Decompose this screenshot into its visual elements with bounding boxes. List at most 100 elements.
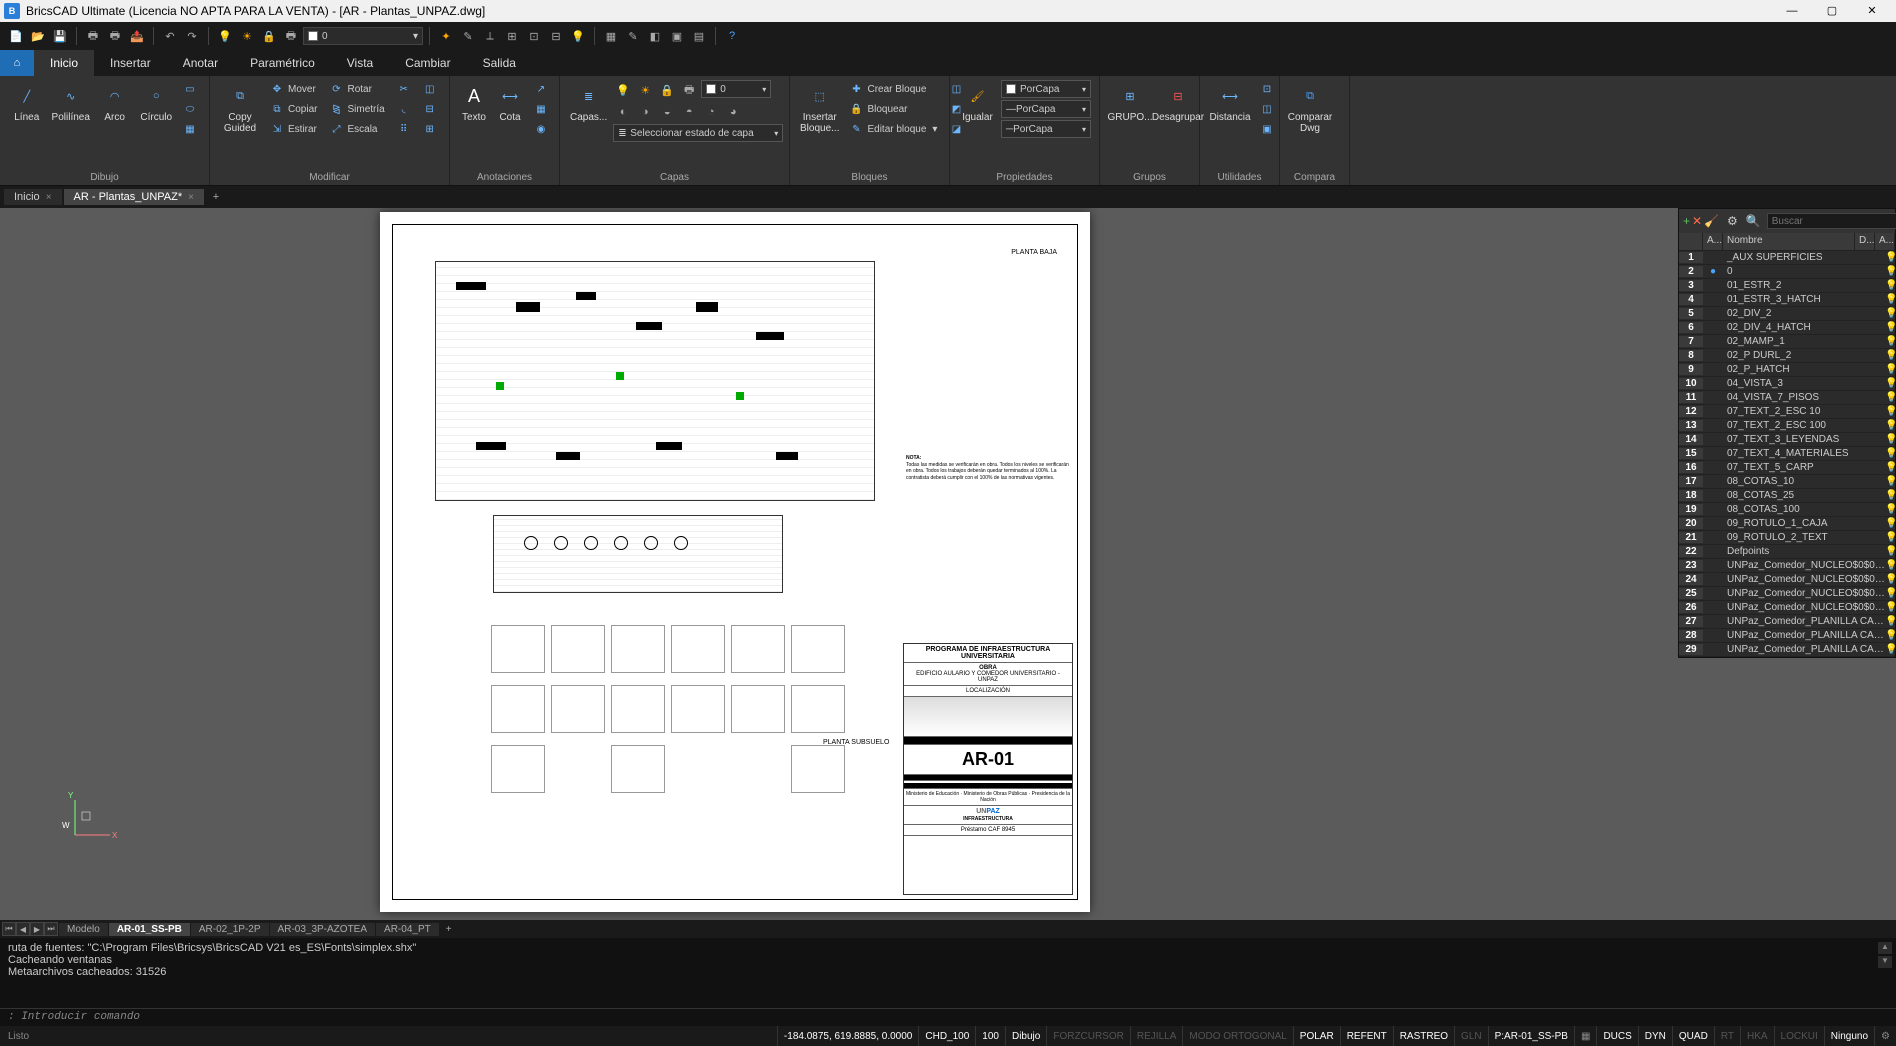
bulb-icon[interactable]: 💡 <box>1885 294 1895 305</box>
print-layer-icon[interactable]: 🖶 <box>281 26 301 46</box>
status-rastreo[interactable]: RASTREO <box>1393 1026 1454 1046</box>
distancia-button[interactable]: ⟷Distancia <box>1208 80 1252 125</box>
layers-list[interactable]: 1_AUX SUPERFICIES💡2●0💡301_ESTR_2💡401_EST… <box>1679 251 1895 657</box>
bulb-icon[interactable]: 💡 <box>1885 504 1895 515</box>
grupo-button[interactable]: ⊞GRUPO... <box>1108 80 1152 125</box>
insertar-bloque-button[interactable]: ⬚Insertar Bloque... <box>798 80 841 136</box>
layer-row[interactable]: 2009_ROTULO_1_CAJA💡 <box>1679 517 1895 531</box>
bulb-icon[interactable]: 💡 <box>1885 266 1895 277</box>
layer-row[interactable]: 23UNPaz_Comedor_NUCLEO$0$02_P💡 <box>1679 559 1895 573</box>
sun-icon[interactable]: ☀ <box>237 26 257 46</box>
status-ninguno[interactable]: Ninguno <box>1824 1026 1874 1046</box>
mod-b-button[interactable]: ⊟ <box>419 100 441 118</box>
lineweight-combo[interactable]: — PorCapa▾ <box>1001 100 1091 118</box>
bulb-icon[interactable]: 💡 <box>1885 574 1895 585</box>
status-quad[interactable]: QUAD <box>1672 1026 1714 1046</box>
layer-tool-5[interactable]: ◐ <box>613 102 633 122</box>
copy-guided-button[interactable]: ⧉Copy Guided <box>218 80 262 136</box>
bulb-icon[interactable]: 💡 <box>1885 378 1895 389</box>
layer-tool-7[interactable]: ◒ <box>657 102 677 122</box>
table-btn[interactable]: ▦ <box>530 100 552 118</box>
bulb-icon[interactable]: 💡 <box>1885 490 1895 501</box>
tool6-icon[interactable]: ⊟ <box>546 26 566 46</box>
menu-tab-paramétrico[interactable]: Paramétrico <box>234 50 331 76</box>
color-combo[interactable]: PorCapa▾ <box>1001 80 1091 98</box>
menu-tab-insertar[interactable]: Insertar <box>94 50 167 76</box>
layer-row[interactable]: 602_DIV_4_HATCH💡 <box>1679 321 1895 335</box>
status-refent[interactable]: REFENT <box>1340 1026 1393 1046</box>
status-dyn[interactable]: DYN <box>1638 1026 1672 1046</box>
igualar-button[interactable]: 🖌Igualar <box>958 80 997 125</box>
layout-tab[interactable]: AR-01_SS-PB <box>109 923 190 936</box>
layout-tab[interactable]: AR-02_1P-2P <box>191 923 269 936</box>
layout-tab[interactable]: AR-04_PT <box>376 923 439 936</box>
status-dibujo[interactable]: Dibujo <box>1005 1026 1046 1046</box>
util-b[interactable]: ◫ <box>1256 100 1278 118</box>
layer-row[interactable]: 301_ESTR_2💡 <box>1679 279 1895 293</box>
rect-button[interactable]: ▭ <box>179 80 201 98</box>
layer-row[interactable]: 1607_TEXT_5_CARP💡 <box>1679 461 1895 475</box>
linetype-combo[interactable]: ─ PorCapa▾ <box>1001 120 1091 138</box>
layout-next-button[interactable]: ▶ <box>30 922 44 936</box>
bulb-icon[interactable]: 💡 <box>1885 392 1895 403</box>
leader-button[interactable]: ↗ <box>530 80 552 98</box>
layer-tool-10[interactable]: ◕ <box>723 102 743 122</box>
redo-icon[interactable]: ↷ <box>182 26 202 46</box>
bulb-icon[interactable]: 💡 <box>1885 588 1895 599</box>
publish-icon[interactable]: 📤 <box>127 26 147 46</box>
array-button[interactable]: ⠿ <box>393 120 415 138</box>
ellipse-button[interactable]: ⬭ <box>179 100 201 118</box>
layer-row[interactable]: 1407_TEXT_3_LEYENDAS💡 <box>1679 433 1895 447</box>
fillet-button[interactable]: ◟ <box>393 100 415 118</box>
layer-tool-1[interactable]: 💡 <box>613 80 633 100</box>
bulb-icon[interactable]: 💡 <box>1885 252 1895 263</box>
bulb-icon[interactable]: 💡 <box>1885 602 1895 613</box>
status-chd[interactable]: CHD_100 <box>918 1026 975 1046</box>
util-a[interactable]: ⊡ <box>1256 80 1278 98</box>
doc-tab[interactable]: Inicio× <box>4 189 62 205</box>
mover-button[interactable]: ✥Mover <box>266 80 321 98</box>
drawing-area[interactable]: PLANTA BAJA <box>0 208 1896 920</box>
layer-row[interactable]: 1708_COTAS_10💡 <box>1679 475 1895 489</box>
add-layout-button[interactable]: + <box>439 919 459 939</box>
add-doc-tab[interactable]: + <box>206 187 226 207</box>
bulb-icon[interactable]: 💡 <box>1885 420 1895 431</box>
help-icon[interactable]: ? <box>722 26 742 46</box>
command-history[interactable]: ruta de fuentes: "C:\Program Files\Brics… <box>0 938 1896 1008</box>
cota-button[interactable]: ⟷Cota <box>494 80 526 125</box>
bulb-icon[interactable]: 💡 <box>1885 434 1895 445</box>
layer-tool-3[interactable]: 🔒 <box>657 80 677 100</box>
open-icon[interactable]: 📂 <box>28 26 48 46</box>
layer-row[interactable]: 1207_TEXT_2_ESC 10💡 <box>1679 405 1895 419</box>
bulb-icon[interactable]: 💡 <box>1885 336 1895 347</box>
layer-row[interactable]: 29UNPaz_Comedor_PLANILLA CARPI💡 <box>1679 643 1895 657</box>
menu-tab-cambiar[interactable]: Cambiar <box>389 50 466 76</box>
tool3-icon[interactable]: ⟂ <box>480 26 500 46</box>
close-button[interactable]: ✕ <box>1852 0 1892 22</box>
tool-b-icon[interactable]: ▤ <box>689 26 709 46</box>
layer-row[interactable]: 25UNPaz_Comedor_NUCLEO$0$04_V💡 <box>1679 587 1895 601</box>
menu-tab-vista[interactable]: Vista <box>331 50 389 76</box>
linea-button[interactable]: ╱Línea <box>8 80 46 125</box>
bulb-icon[interactable]: 💡 <box>1885 616 1895 627</box>
bulb-icon[interactable]: 💡 <box>1885 644 1895 655</box>
tool4-icon[interactable]: ⊞ <box>502 26 522 46</box>
layer-purge-icon[interactable]: 🧹 <box>1704 213 1719 229</box>
layer-tool-8[interactable]: ◓ <box>679 102 699 122</box>
status-scale[interactable]: 100 <box>975 1026 1005 1046</box>
tool-a-icon[interactable]: ▣ <box>667 26 687 46</box>
layer-row[interactable]: 1507_TEXT_4_MATERIALES💡 <box>1679 447 1895 461</box>
layer-row[interactable]: 1307_TEXT_2_ESC 100💡 <box>1679 419 1895 433</box>
eraser-icon[interactable]: ◧ <box>645 26 665 46</box>
table-icon[interactable]: ▦ <box>601 26 621 46</box>
layer-row[interactable]: 22Defpoints💡 <box>1679 545 1895 559</box>
status-hka[interactable]: HKA <box>1740 1026 1774 1046</box>
status-polar[interactable]: POLAR <box>1293 1026 1340 1046</box>
print-preview-icon[interactable]: 🖶 <box>105 26 125 46</box>
escala-button[interactable]: ⤢Escala <box>325 120 388 138</box>
menu-tab-salida[interactable]: Salida <box>467 50 532 76</box>
anno-c-button[interactable]: ◉ <box>530 120 552 138</box>
arco-button[interactable]: ◠Arco <box>96 80 134 125</box>
model-tab[interactable]: Modelo <box>59 923 108 936</box>
bulb-icon[interactable]: 💡 <box>1885 350 1895 361</box>
